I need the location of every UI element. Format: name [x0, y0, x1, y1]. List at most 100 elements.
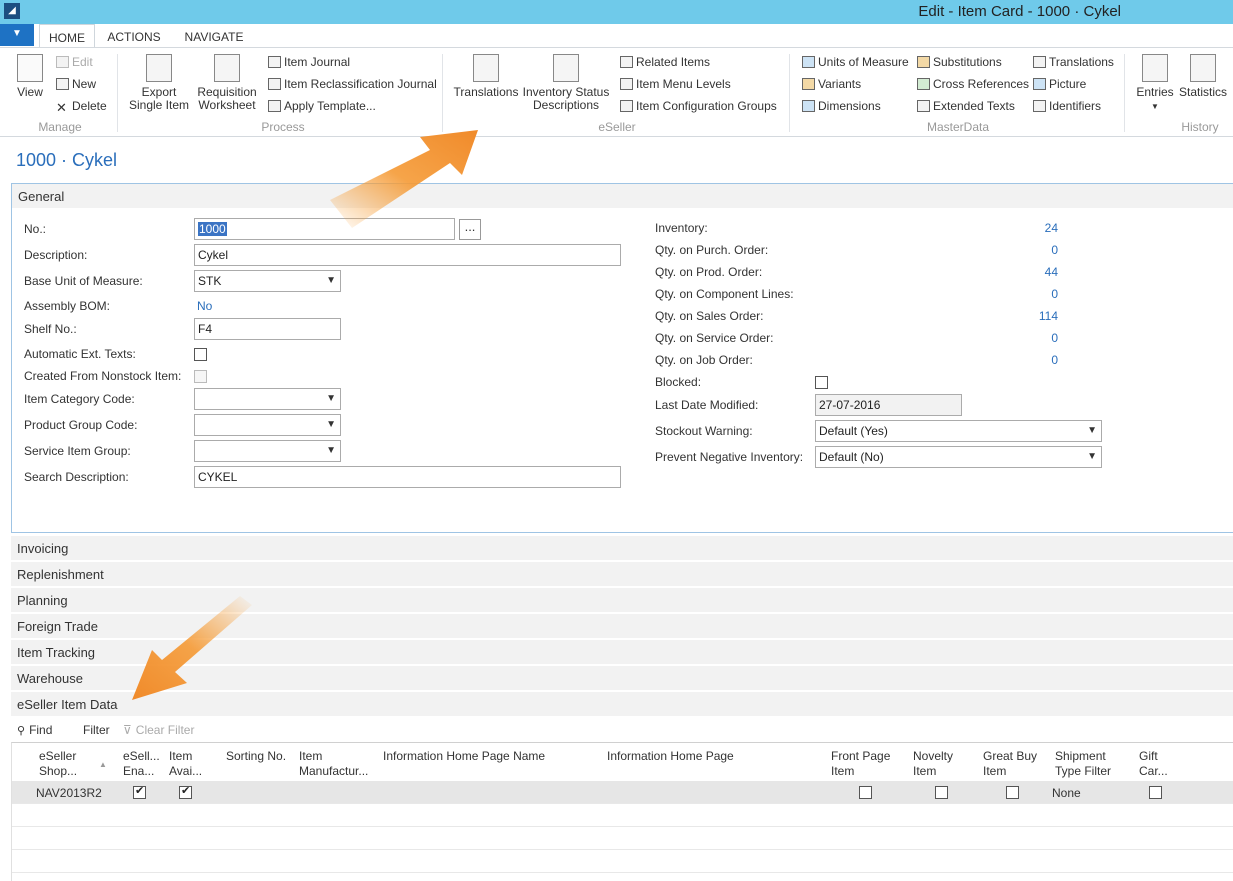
view-button[interactable]: View: [12, 54, 48, 99]
dropdown-arrow-icon: ▼: [1151, 102, 1159, 111]
qty-prod-value[interactable]: 44: [1018, 265, 1058, 279]
great-buy-checkbox[interactable]: [1006, 786, 1019, 799]
extended-texts-button[interactable]: Extended Texts: [917, 98, 1015, 114]
col-item-manufacturer[interactable]: Item Manufactur...: [299, 749, 368, 779]
col-shipment-type-filter[interactable]: Shipment Type Filter: [1055, 749, 1111, 779]
table-row[interactable]: NAV2013R2 None: [12, 781, 1233, 804]
inventory-status-descriptions-button[interactable]: Inventory Status Descriptions: [522, 54, 610, 112]
shelf-no-field[interactable]: F4: [194, 318, 341, 340]
ribbon-tab-row: ▼ HOME ACTIONS NAVIGATE: [0, 24, 1233, 48]
qty-service-value[interactable]: 0: [1018, 331, 1058, 345]
item-reclass-journal-button[interactable]: Item Reclassification Journal: [268, 76, 437, 92]
available-checkbox[interactable]: [179, 784, 192, 799]
variants-button[interactable]: Variants: [802, 76, 861, 92]
item-category-label: Item Category Code:: [24, 392, 135, 406]
dimensions-button[interactable]: Dimensions: [802, 98, 881, 114]
qty-job-value[interactable]: 0: [1018, 353, 1058, 367]
base-uom-select[interactable]: STK ▼: [194, 270, 341, 292]
page-title: 1000 · Cykel: [16, 150, 118, 170]
shop-cell: NAV2013R2: [36, 786, 102, 800]
identifiers-button[interactable]: Identifiers: [1033, 98, 1101, 114]
col-info-home-page-name[interactable]: Information Home Page Name: [383, 749, 545, 764]
item-category-select[interactable]: ▼: [194, 388, 341, 410]
prevent-negative-select[interactable]: Default (No) ▼: [815, 446, 1102, 468]
export-single-item-button[interactable]: Export Single Item: [126, 54, 192, 112]
app-menu-button[interactable]: ▼: [0, 24, 34, 46]
qty-component-value[interactable]: 0: [1018, 287, 1058, 301]
description-field[interactable]: Cykel: [194, 244, 621, 266]
search-description-field[interactable]: CYKEL: [194, 466, 621, 488]
stockout-warning-select[interactable]: Default (Yes) ▼: [815, 420, 1102, 442]
item-journal-button[interactable]: Item Journal: [268, 54, 350, 70]
fasttab-eseller-item-data[interactable]: eSeller Item Data: [11, 692, 1233, 717]
fasttab-foreign-trade[interactable]: Foreign Trade: [11, 614, 1233, 639]
tab-actions[interactable]: ACTIONS: [102, 24, 166, 48]
group-label-history: History: [1181, 120, 1219, 134]
table-small-icon: [620, 78, 633, 90]
apply-template-button[interactable]: Apply Template...: [268, 98, 376, 114]
table-row[interactable]: [12, 827, 1233, 850]
col-novelty-item[interactable]: Novelty Item: [913, 749, 953, 779]
stockout-warning-label: Stockout Warning:: [655, 424, 753, 438]
qty-purch-value[interactable]: 0: [1018, 243, 1058, 257]
translations-button[interactable]: Translations: [1033, 54, 1114, 70]
find-button[interactable]: ⚲ Find: [17, 722, 52, 738]
gift-card-checkbox[interactable]: [1149, 786, 1162, 799]
related-items-button[interactable]: Related Items: [620, 54, 710, 70]
filter-button[interactable]: Filter: [83, 722, 110, 738]
new-button[interactable]: New: [56, 76, 96, 92]
item-menu-levels-button[interactable]: Item Menu Levels: [620, 76, 731, 92]
table-row[interactable]: [12, 850, 1233, 873]
product-group-select[interactable]: ▼: [194, 414, 341, 436]
no-assist-button[interactable]: ...: [459, 219, 481, 240]
auto-ext-texts-checkbox[interactable]: [194, 348, 207, 361]
qty-prod-label: Qty. on Prod. Order:: [655, 265, 763, 279]
fasttab-header-general[interactable]: General: [12, 184, 1233, 209]
subpage-action-bar: ⚲ Find Filter ⊽ Clear Filter: [11, 718, 1233, 742]
tab-home[interactable]: HOME: [39, 24, 95, 48]
no-field[interactable]: 1000: [194, 218, 455, 240]
enabled-checkbox[interactable]: [133, 784, 146, 799]
statistics-chart-icon: [1190, 54, 1216, 82]
requisition-worksheet-button[interactable]: Requisition Worksheet: [194, 54, 260, 112]
barcode-icon: [1033, 100, 1046, 112]
delete-button[interactable]: ✕ Delete: [56, 98, 107, 114]
fasttab-invoicing[interactable]: Invoicing: [11, 536, 1233, 561]
edit-button[interactable]: Edit: [56, 54, 93, 70]
fasttab-replenishment[interactable]: Replenishment: [11, 562, 1233, 587]
entries-button[interactable]: Entries ▼: [1133, 54, 1177, 113]
inventory-value[interactable]: 24: [1018, 221, 1058, 235]
eseller-translations-button[interactable]: Translations: [452, 54, 520, 99]
blocked-checkbox[interactable]: [815, 376, 828, 389]
col-eseller-enabled[interactable]: eSell... Ena...: [123, 749, 160, 779]
col-sorting-no[interactable]: Sorting No.: [226, 749, 286, 764]
clear-filter-button[interactable]: ⊽ Clear Filter: [123, 722, 194, 738]
fasttab-item-tracking[interactable]: Item Tracking: [11, 640, 1233, 665]
col-great-buy-item[interactable]: Great Buy Item: [983, 749, 1037, 779]
substitutions-button[interactable]: Substitutions: [917, 54, 1002, 70]
statistics-button[interactable]: Statistics: [1178, 54, 1228, 99]
cross-references-button[interactable]: Cross References: [917, 76, 1029, 92]
col-item-available[interactable]: Item Avai...: [169, 749, 202, 779]
last-modified-label: Last Date Modified:: [655, 398, 759, 412]
assembly-bom-value[interactable]: No: [197, 299, 212, 313]
novelty-checkbox[interactable]: [935, 786, 948, 799]
chevron-down-icon: ▼: [1087, 451, 1097, 462]
chevron-down-icon: ▼: [1087, 425, 1097, 436]
entries-icon: [1142, 54, 1168, 82]
qty-sales-value[interactable]: 114: [1018, 309, 1058, 323]
delete-x-icon: ✕: [56, 100, 67, 115]
fasttab-warehouse[interactable]: Warehouse: [11, 666, 1233, 691]
picture-button[interactable]: Picture: [1033, 76, 1086, 92]
col-front-page-item[interactable]: Front Page Item: [831, 749, 890, 779]
units-of-measure-button[interactable]: Units of Measure: [802, 54, 909, 70]
service-item-group-select[interactable]: ▼: [194, 440, 341, 462]
item-configuration-groups-button[interactable]: Item Configuration Groups: [620, 98, 777, 114]
fasttab-planning[interactable]: Planning: [11, 588, 1233, 613]
tab-navigate[interactable]: NAVIGATE: [178, 24, 250, 48]
front-page-checkbox[interactable]: [859, 786, 872, 799]
col-gift-card[interactable]: Gift Car...: [1139, 749, 1168, 779]
table-row[interactable]: [12, 804, 1233, 827]
col-info-home-page[interactable]: Information Home Page: [607, 749, 734, 764]
col-eseller-shop[interactable]: eSeller Shop...: [39, 749, 77, 779]
